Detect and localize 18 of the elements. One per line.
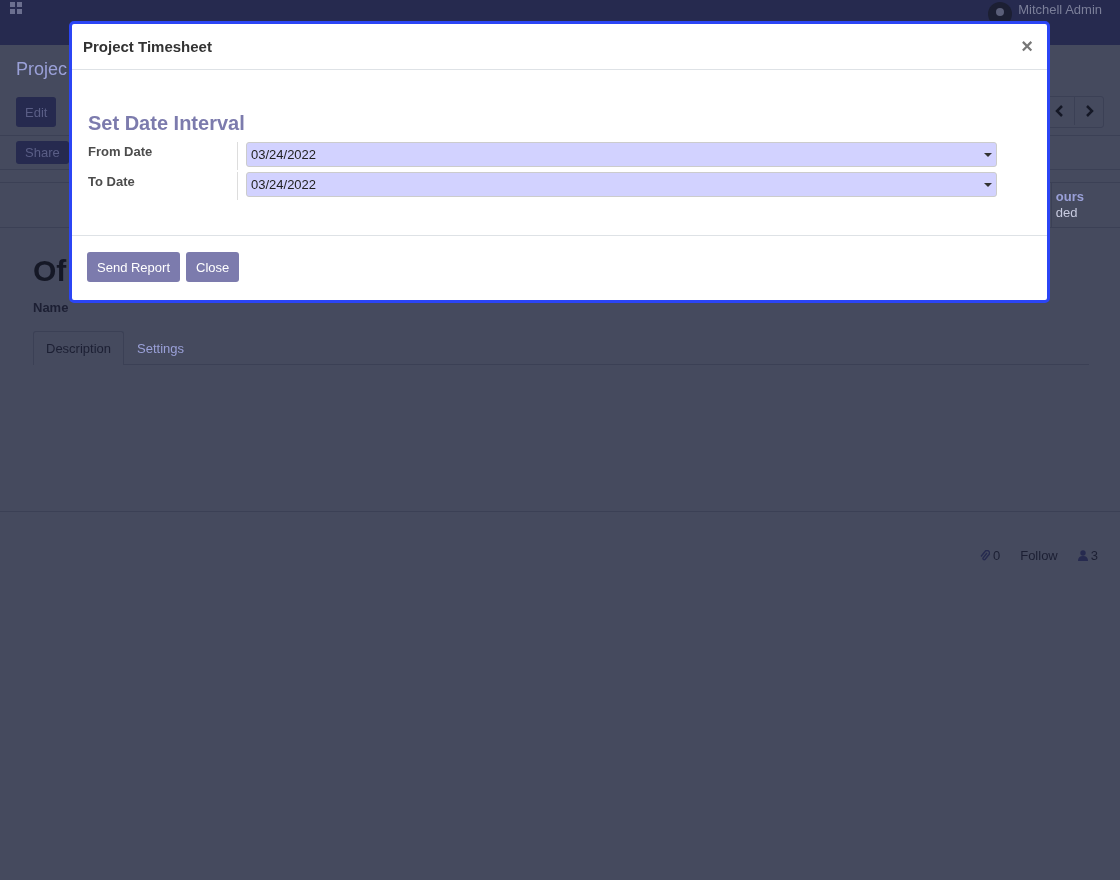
dropdown-caret-icon[interactable] [984,152,992,157]
dialog-button[interactable]: Close [186,252,240,282]
field-label: From Date [88,142,238,170]
paperclip-icon [979,549,990,562]
field-label: To Date [88,172,238,200]
tab[interactable]: Settings [124,331,197,365]
close-button[interactable]: × [1017,35,1037,58]
date-field[interactable]: 03/24/2022 [246,142,997,167]
dropdown-caret-icon[interactable] [984,182,992,187]
dialog-title: Project Timesheet [83,38,212,55]
dialog-button[interactable]: Send Report [87,252,180,282]
record-title: Of [33,254,67,288]
breadcrumb: Projec [16,59,68,80]
user-name[interactable]: Mitchell Admin [1018,2,1102,17]
date-field[interactable]: 03/24/2022 [246,172,997,197]
apps-menu-icon[interactable] [10,2,22,14]
section-heading: Set Date Interval [88,112,246,135]
person-icon [1077,550,1088,561]
